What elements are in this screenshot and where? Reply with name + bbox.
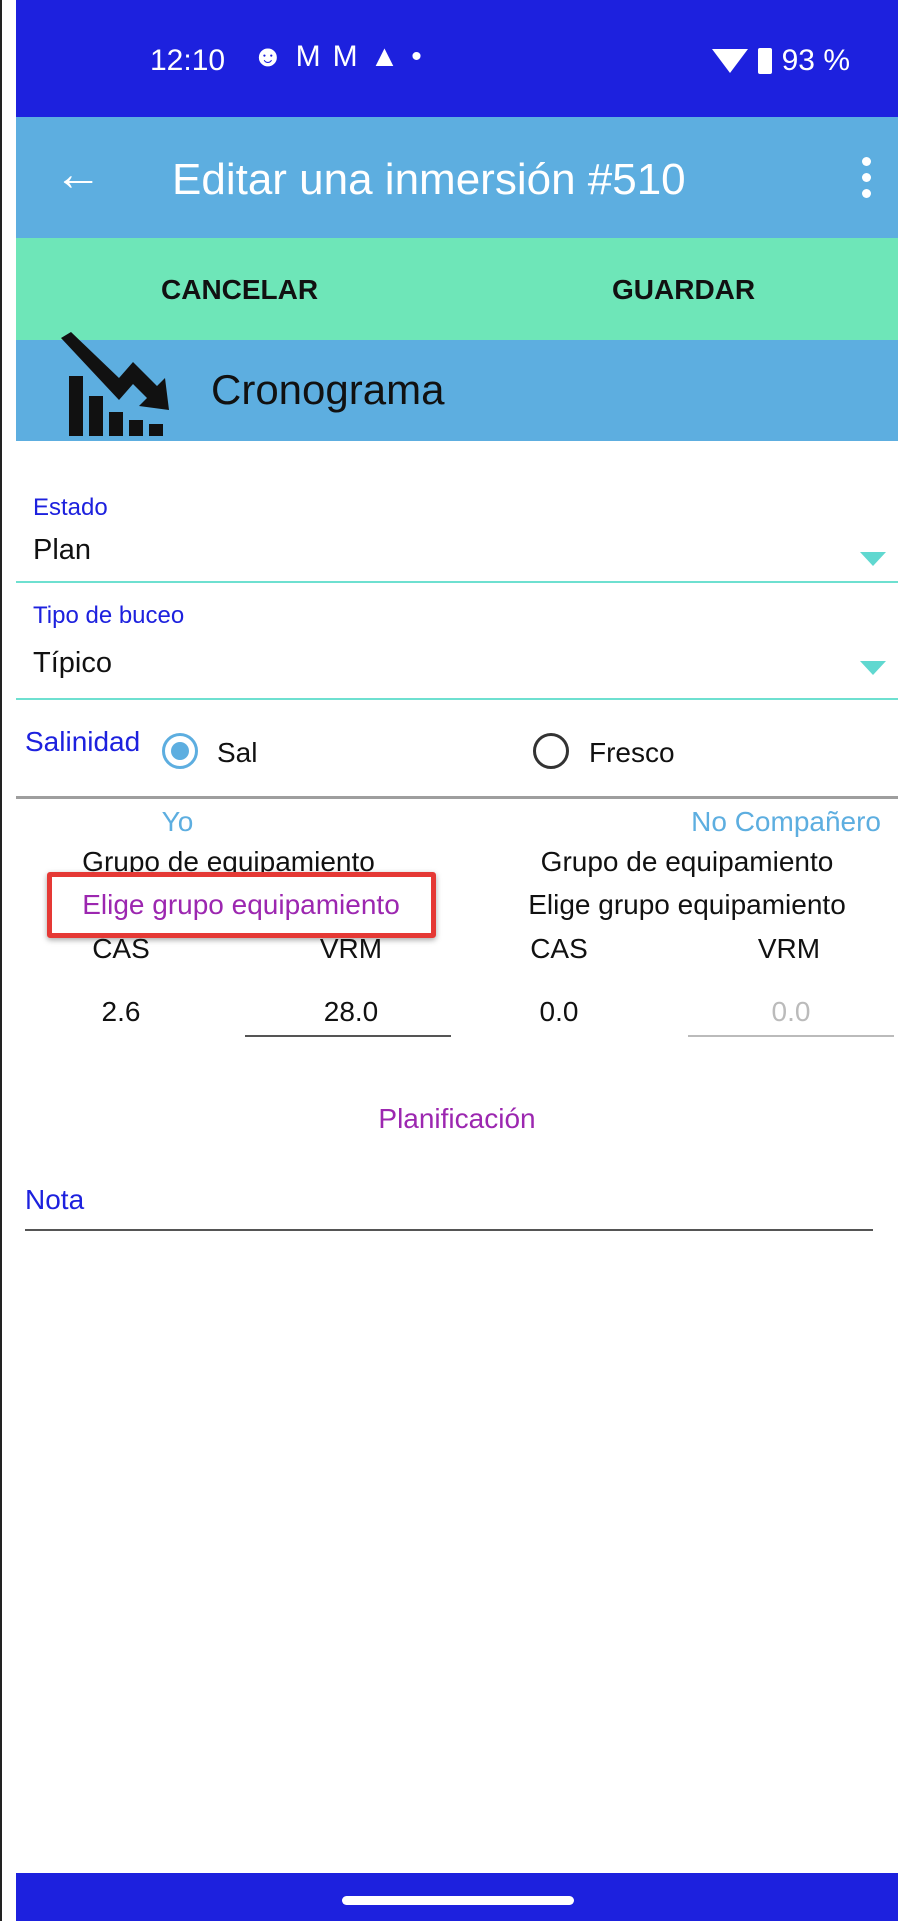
save-button[interactable]: GUARDAR (612, 274, 755, 306)
me-vrm-label: VRM (319, 933, 383, 964)
app-bar: ← Editar una inmersión #510 (16, 117, 898, 238)
estado-label: Estado (33, 494, 108, 521)
me-header: Yo (161, 806, 194, 837)
buddy-header: No Compañero (691, 806, 881, 837)
status-time: 12:10 (150, 44, 226, 77)
tipo-buceo-label: Tipo de buceo (33, 602, 185, 629)
me-choose-group-link[interactable]: Elige grupo equipamiento (56, 889, 426, 921)
wifi-icon (711, 49, 748, 73)
estado-dropdown-icon[interactable] (860, 552, 886, 566)
chart-down-icon (61, 332, 169, 436)
estado-select[interactable]: Plan (33, 534, 91, 567)
dot-icon: • (411, 40, 434, 73)
buddy-choose-group-link[interactable]: Elige grupo equipamiento (502, 889, 872, 921)
battery-level: 93 % (781, 44, 850, 77)
gmail-icon: M (332, 40, 370, 73)
status-right: 93 % (711, 44, 850, 78)
planning-label: Planificación (378, 1103, 536, 1134)
note-underline (25, 1229, 873, 1231)
salt-radio-label[interactable]: Sal (217, 737, 257, 769)
face-icon: ☻ (252, 40, 296, 73)
battery-icon (757, 48, 772, 74)
salinidad-label: Salinidad (25, 726, 141, 757)
tipo-buceo-dropdown-icon[interactable] (860, 661, 886, 675)
gmail-icon: M (295, 40, 333, 73)
me-cas-value: 2.6 (101, 996, 141, 1027)
fresh-radio-label[interactable]: Fresco (589, 737, 675, 769)
buddy-cas-label: CAS (530, 933, 588, 964)
buddy-vrm-input[interactable]: 0.0 (686, 996, 896, 1028)
estado-underline (16, 581, 898, 583)
status-bar: 12:10 ☻MM▲• 93 % (16, 0, 898, 117)
section-title: Cronograma (211, 366, 445, 413)
me-vrm-input[interactable]: 28.0 (246, 996, 456, 1028)
notification-icons: ☻MM▲• (252, 40, 434, 74)
page-title: Editar una inmersión #510 (172, 155, 686, 204)
device-frame-edge (0, 0, 16, 1921)
buddy-group-label: Grupo de equipamiento (540, 846, 834, 877)
screen: 12:10 ☻MM▲• 93 % ← Editar una inmersión … (16, 0, 898, 1921)
divider (16, 796, 898, 799)
buddy-vrm-underline (688, 1035, 894, 1037)
home-handle[interactable] (342, 1896, 574, 1905)
navigation-bar (16, 1873, 898, 1921)
section-header: Cronograma (16, 332, 898, 441)
action-bar: CANCELAR GUARDAR (16, 238, 898, 340)
tipo-buceo-underline (16, 698, 898, 700)
warning-icon: ▲ (369, 40, 412, 73)
back-arrow-icon[interactable]: ← (54, 145, 102, 205)
salt-radio[interactable] (162, 733, 198, 769)
buddy-vrm-label: VRM (757, 933, 821, 964)
cancel-button[interactable]: CANCELAR (161, 274, 318, 306)
tipo-buceo-select[interactable]: Típico (33, 647, 112, 680)
note-field[interactable]: Nota (25, 1184, 84, 1216)
overflow-menu-icon[interactable] (862, 157, 872, 205)
me-cas-label: CAS (92, 933, 150, 964)
buddy-cas-value: 0.0 (539, 996, 579, 1027)
me-vrm-underline (245, 1035, 451, 1037)
fresh-radio[interactable] (533, 733, 569, 769)
